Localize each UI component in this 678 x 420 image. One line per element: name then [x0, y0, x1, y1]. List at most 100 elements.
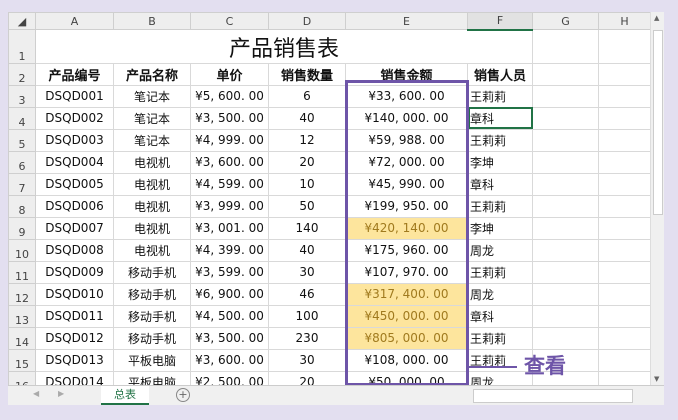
next-sheet-icon[interactable]: ▶	[58, 389, 64, 398]
cell[interactable]: ¥4, 399. 00	[190, 238, 269, 262]
sheet-tab[interactable]: 总表	[101, 386, 149, 405]
cell[interactable]: DSQD010	[35, 282, 114, 306]
cell[interactable]: 王莉莉	[467, 260, 533, 284]
cell[interactable]: DSQD004	[35, 150, 114, 174]
empty-cell[interactable]	[598, 150, 651, 174]
add-sheet-icon[interactable]: +	[176, 388, 190, 402]
cell[interactable]: 周龙	[467, 238, 533, 262]
empty-cell[interactable]	[532, 106, 599, 130]
cell[interactable]: ¥3, 600. 00	[190, 150, 269, 174]
row-header-8[interactable]: 8	[8, 194, 36, 218]
cell[interactable]: DSQD012	[35, 326, 114, 350]
cell[interactable]: DSQD009	[35, 260, 114, 284]
header-cell[interactable]: 销售人员	[467, 62, 533, 86]
empty-cell[interactable]	[598, 282, 651, 306]
cell[interactable]: 50	[268, 194, 346, 218]
row-header-6[interactable]: 6	[8, 150, 36, 174]
empty-cell[interactable]	[532, 194, 599, 218]
cell[interactable]: ¥59, 988. 00	[345, 128, 468, 152]
cell[interactable]: 章科	[467, 172, 533, 196]
empty-cell[interactable]	[532, 326, 599, 350]
cell[interactable]: 20	[268, 150, 346, 174]
cell[interactable]: 章科	[467, 106, 533, 130]
cell[interactable]: 40	[268, 106, 346, 130]
cell[interactable]: 100	[268, 304, 346, 328]
column-header-H[interactable]: H	[598, 12, 651, 30]
cell[interactable]: 周龙	[467, 282, 533, 306]
cell[interactable]: 章科	[467, 304, 533, 328]
cell[interactable]: 电视机	[113, 172, 191, 196]
header-cell[interactable]: 销售金额	[345, 62, 468, 86]
sheet-title[interactable]: 产品销售表	[35, 29, 533, 64]
cell[interactable]: 电视机	[113, 238, 191, 262]
cell[interactable]: 10	[268, 172, 346, 196]
column-header-A[interactable]: A	[35, 12, 114, 30]
cell[interactable]: ¥4, 599. 00	[190, 172, 269, 196]
cell[interactable]: 笔记本	[113, 128, 191, 152]
cell[interactable]: 平板电脑	[113, 348, 191, 372]
cell[interactable]: ¥140, 000. 00	[345, 106, 468, 130]
cell[interactable]: 李坤	[467, 150, 533, 174]
cell[interactable]: 230	[268, 326, 346, 350]
empty-cell[interactable]	[598, 62, 651, 86]
cell[interactable]: 移动手机	[113, 282, 191, 306]
row-header-11[interactable]: 11	[8, 260, 36, 284]
column-header-G[interactable]: G	[532, 12, 599, 30]
empty-cell[interactable]	[598, 238, 651, 262]
select-all-corner[interactable]: ◢	[8, 12, 36, 30]
cell[interactable]: ¥107, 970. 00	[345, 260, 468, 284]
cell[interactable]: 电视机	[113, 216, 191, 240]
header-cell[interactable]: 产品编号	[35, 62, 114, 86]
scroll-up-icon[interactable]: ▲	[654, 14, 659, 22]
cell[interactable]: DSQD001	[35, 84, 114, 108]
empty-cell[interactable]	[598, 84, 651, 108]
cell[interactable]: ¥3, 999. 00	[190, 194, 269, 218]
cell[interactable]: 电视机	[113, 150, 191, 174]
cell[interactable]: ¥199, 950. 00	[345, 194, 468, 218]
cell[interactable]: ¥420, 140. 00	[345, 216, 468, 240]
empty-cell[interactable]	[532, 62, 599, 86]
row-header-12[interactable]: 12	[8, 282, 36, 306]
cell[interactable]: ¥72, 000. 00	[345, 150, 468, 174]
empty-cell[interactable]	[598, 260, 651, 284]
cell[interactable]: ¥4, 999. 00	[190, 128, 269, 152]
cell[interactable]: 笔记本	[113, 106, 191, 130]
empty-cell[interactable]	[532, 128, 599, 152]
cell[interactable]: 移动手机	[113, 260, 191, 284]
scroll-down-icon[interactable]: ▼	[654, 375, 659, 383]
cell[interactable]: ¥5, 600. 00	[190, 84, 269, 108]
cell[interactable]: 王莉莉	[467, 128, 533, 152]
empty-cell[interactable]	[532, 304, 599, 328]
empty-cell[interactable]	[598, 348, 651, 372]
cell[interactable]: ¥45, 990. 00	[345, 172, 468, 196]
row-header-7[interactable]: 7	[8, 172, 36, 196]
cell[interactable]: 王莉莉	[467, 326, 533, 350]
cell[interactable]: ¥4, 500. 00	[190, 304, 269, 328]
row-header-4[interactable]: 4	[8, 106, 36, 130]
cell[interactable]: 6	[268, 84, 346, 108]
column-header-D[interactable]: D	[268, 12, 346, 30]
horizontal-scrollbar[interactable]	[473, 389, 633, 403]
cell[interactable]: ¥317, 400. 00	[345, 282, 468, 306]
cell[interactable]: DSQD007	[35, 216, 114, 240]
row-header-10[interactable]: 10	[8, 238, 36, 262]
empty-cell[interactable]	[532, 216, 599, 240]
cell[interactable]: 电视机	[113, 194, 191, 218]
empty-cell[interactable]	[598, 304, 651, 328]
cell[interactable]: 笔记本	[113, 84, 191, 108]
cell[interactable]: DSQD008	[35, 238, 114, 262]
cell[interactable]: 李坤	[467, 216, 533, 240]
empty-cell[interactable]	[598, 216, 651, 240]
column-header-F[interactable]: F	[467, 12, 533, 31]
spreadsheet-grid[interactable]: ◢ A B C D E F G H 1 产品销售表 2 产品编号 产品名称 单价 销售数量 销售金额 销售人员 3…	[8, 12, 664, 405]
cell[interactable]: 140	[268, 216, 346, 240]
cell[interactable]: 王莉莉	[467, 84, 533, 108]
row-header-1[interactable]: 1	[8, 29, 36, 64]
prev-sheet-icon[interactable]: ◀	[33, 389, 39, 398]
cell[interactable]: DSQD003	[35, 128, 114, 152]
cell[interactable]: ¥3, 500. 00	[190, 326, 269, 350]
cell[interactable]: 12	[268, 128, 346, 152]
cell[interactable]: 30	[268, 348, 346, 372]
empty-cell[interactable]	[598, 326, 651, 350]
header-cell[interactable]: 产品名称	[113, 62, 191, 86]
